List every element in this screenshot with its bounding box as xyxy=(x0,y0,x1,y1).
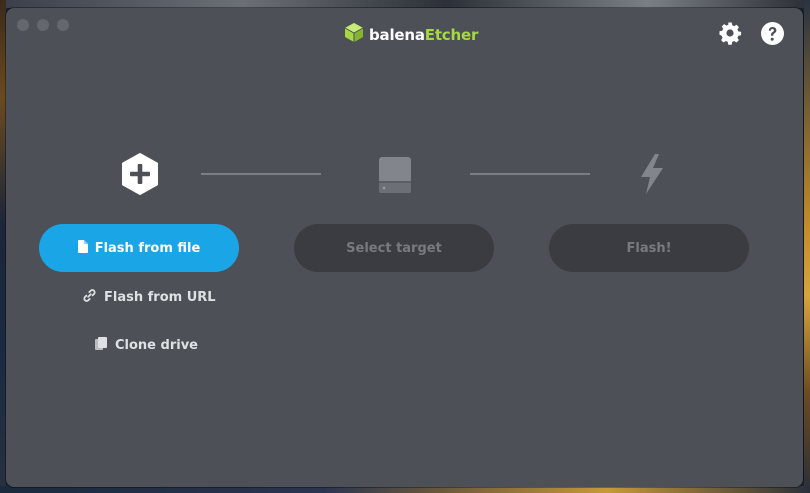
flash-from-file-label: Flash from file xyxy=(94,240,201,256)
app-title-prefix: balena xyxy=(369,25,425,44)
app-logo: balenaEtcher xyxy=(344,22,478,47)
balena-cube-icon xyxy=(344,22,364,47)
flash-label: Flash! xyxy=(626,240,672,256)
app-title: balenaEtcher xyxy=(369,26,478,44)
clone-drive-link[interactable]: Clone drive xyxy=(95,337,198,354)
etcher-window: balenaEtcher Flash from file Select targ… xyxy=(6,8,803,487)
app-title-suffix: Etcher xyxy=(424,25,479,44)
close-window-button[interactable] xyxy=(17,19,29,31)
window-controls xyxy=(17,19,69,31)
question-circle-icon[interactable] xyxy=(759,20,785,46)
header-actions xyxy=(717,20,785,46)
select-target-button[interactable]: Select target xyxy=(294,224,494,272)
flash-button[interactable]: Flash! xyxy=(549,224,749,272)
link-icon xyxy=(83,289,96,306)
step-connector xyxy=(201,173,321,175)
plus-hexagon-icon xyxy=(115,148,165,200)
step-connector xyxy=(470,173,590,175)
minimize-window-button[interactable] xyxy=(37,19,49,31)
flash-from-url-label: Flash from URL xyxy=(104,290,216,305)
desktop-background-bottom xyxy=(0,486,810,493)
title-bar: balenaEtcher xyxy=(6,8,803,58)
clone-drive-label: Clone drive xyxy=(115,338,198,353)
flash-from-file-button[interactable]: Flash from file xyxy=(39,224,239,272)
flash-from-url-link[interactable]: Flash from URL xyxy=(83,289,216,306)
maximize-window-button[interactable] xyxy=(57,19,69,31)
desktop-background-right xyxy=(804,0,810,493)
lightning-icon xyxy=(627,148,677,200)
drive-icon xyxy=(370,148,420,200)
gear-icon[interactable] xyxy=(717,20,743,46)
copy-icon xyxy=(95,337,107,354)
select-target-label: Select target xyxy=(346,240,442,256)
desktop-background-top xyxy=(0,0,810,8)
file-icon xyxy=(77,239,88,257)
